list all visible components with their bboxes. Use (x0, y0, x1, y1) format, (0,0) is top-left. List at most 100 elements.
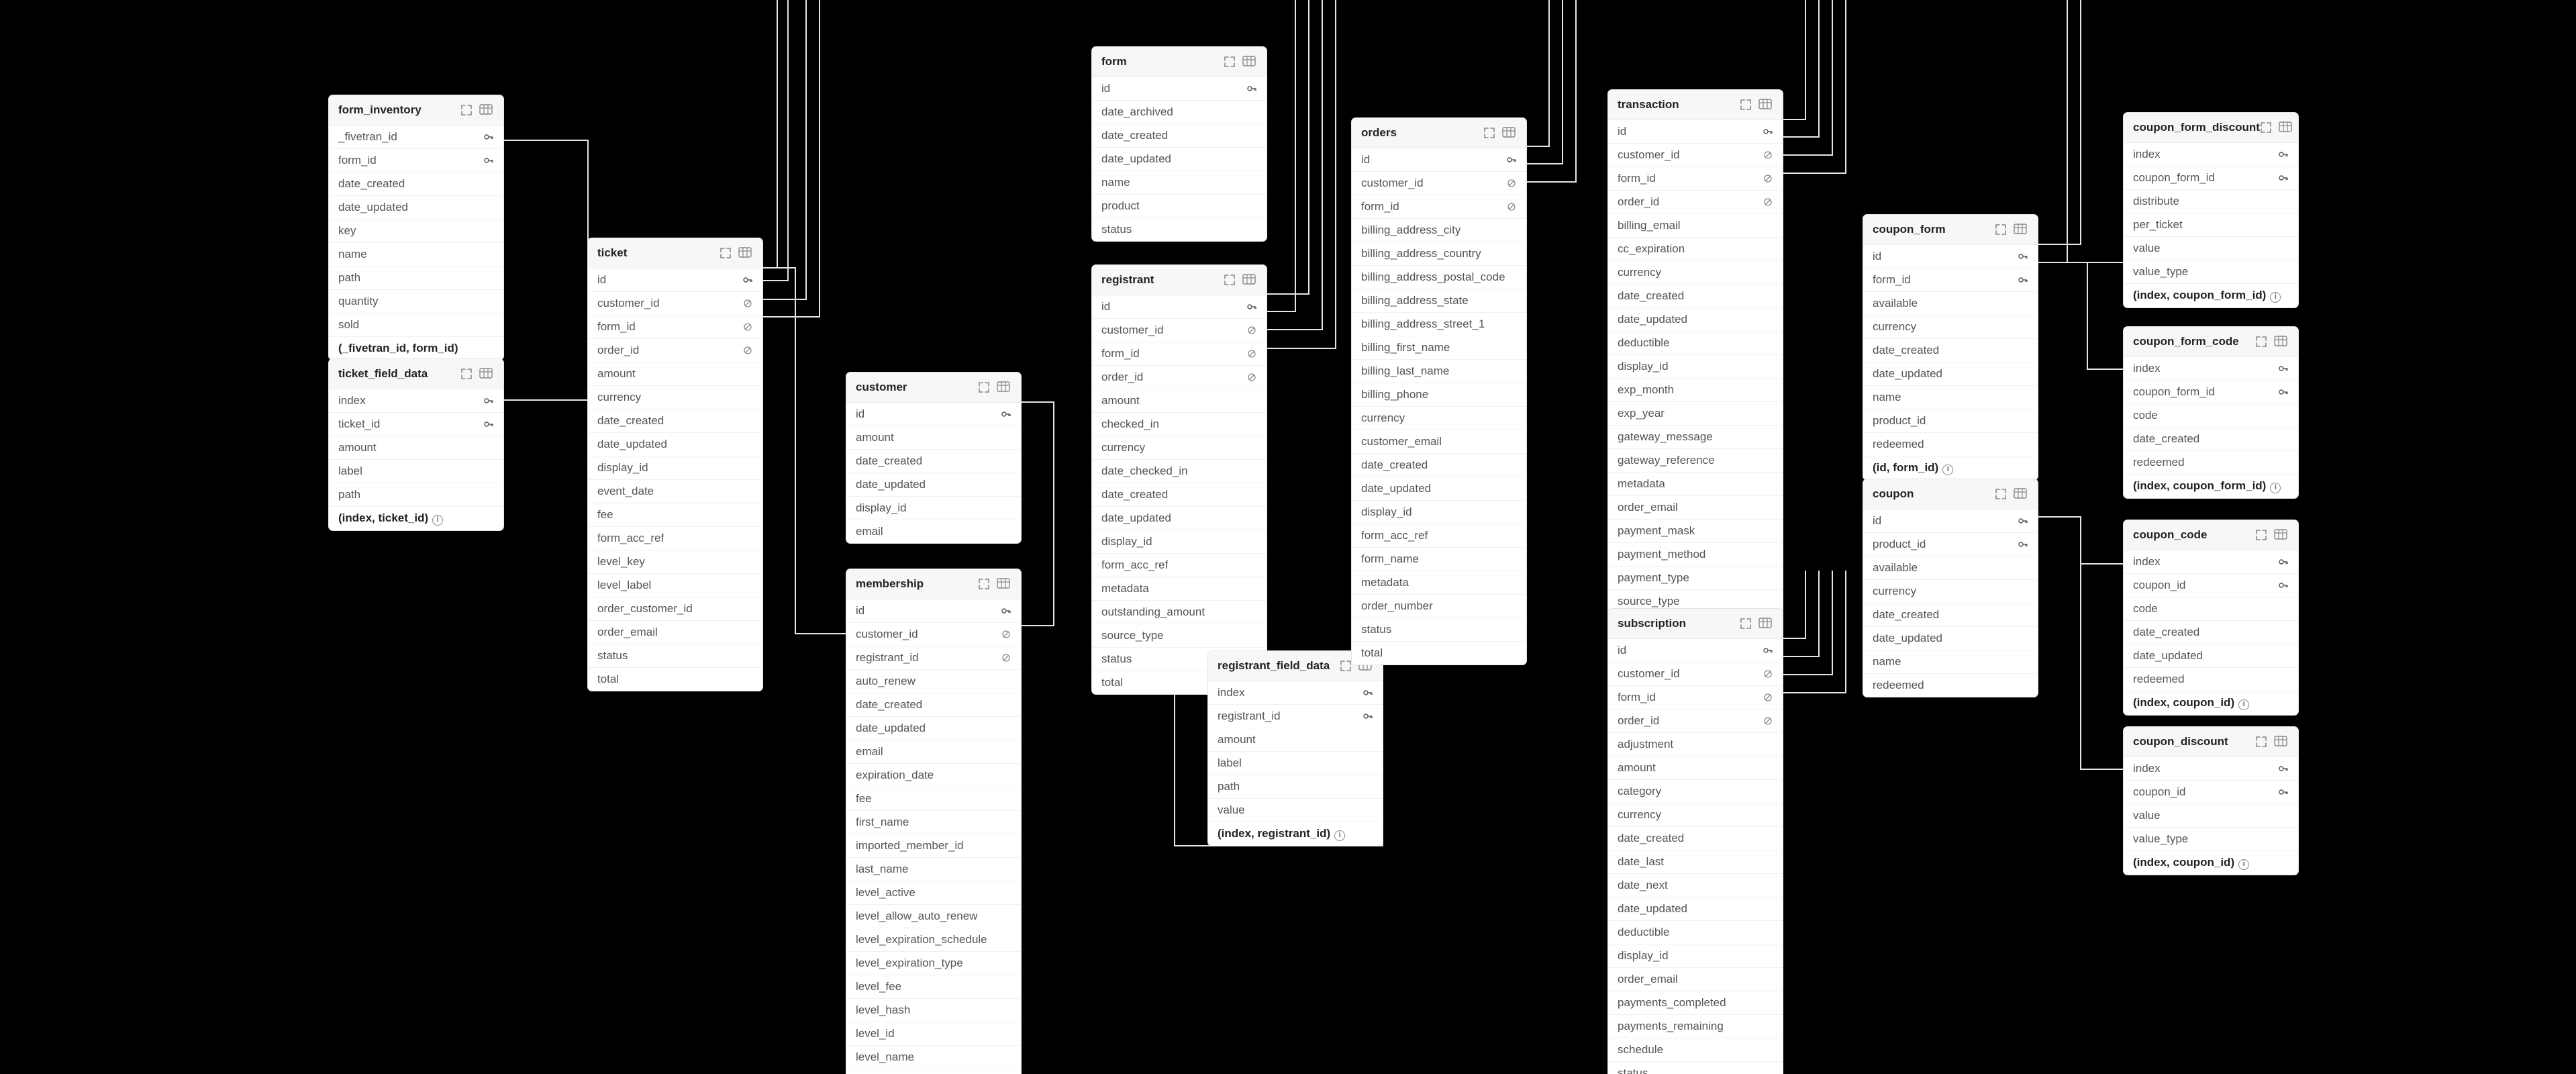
column-row[interactable]: index (1208, 681, 1383, 705)
column-row[interactable]: date_updated (1608, 308, 1783, 332)
table-icon[interactable] (2014, 224, 2028, 236)
column-row[interactable]: payment_mask (1608, 520, 1783, 543)
column-row[interactable]: date_updated (2124, 644, 2298, 668)
column-row[interactable]: order_id (1608, 191, 1783, 214)
expand-icon[interactable] (1995, 224, 2010, 236)
info-icon[interactable]: i (2270, 483, 2281, 493)
column-row[interactable]: id (1863, 509, 2038, 533)
table-header[interactable]: registrant (1092, 265, 1267, 295)
table-header[interactable]: ticket_field_data (329, 359, 503, 389)
info-icon[interactable]: i (2238, 859, 2249, 870)
info-icon[interactable]: i (1334, 830, 1345, 841)
column-row[interactable]: form_id (1608, 686, 1783, 710)
column-row[interactable]: date_created (1608, 285, 1783, 308)
column-row[interactable]: date_created (2124, 621, 2298, 644)
table-coupon_discount[interactable]: coupon_discountindexcoupon_idvaluevalue_… (2124, 727, 2298, 875)
column-row[interactable]: date_created (1092, 483, 1267, 507)
column-row[interactable]: date_created (1092, 124, 1267, 148)
column-row[interactable]: order_number (1352, 595, 1526, 618)
column-row[interactable]: date_created (1863, 339, 2038, 362)
column-row[interactable]: currency (1352, 407, 1526, 430)
table-header[interactable]: form (1092, 47, 1267, 77)
column-row[interactable]: form_id (1352, 195, 1526, 219)
column-row[interactable]: value_type (2124, 260, 2298, 284)
table-header[interactable]: coupon_form_code (2124, 327, 2298, 357)
column-row[interactable]: date_updated (1352, 477, 1526, 501)
column-row[interactable]: value_type (2124, 828, 2298, 851)
column-row[interactable]: value (1208, 799, 1383, 822)
column-row[interactable]: outstanding_amount (1092, 601, 1267, 624)
expand-icon[interactable] (460, 104, 475, 116)
table-header[interactable]: coupon_code (2124, 520, 2298, 550)
column-row[interactable]: date_created (1863, 603, 2038, 627)
column-row[interactable]: fee (846, 787, 1021, 811)
column-row[interactable]: form_acc_ref (1092, 554, 1267, 577)
column-row[interactable]: cc_expiration (1608, 238, 1783, 261)
column-row[interactable]: display_id (1352, 501, 1526, 524)
expand-icon[interactable] (1995, 488, 2010, 500)
column-row[interactable]: status (588, 644, 762, 668)
column-row[interactable]: date_created (1608, 827, 1783, 850)
column-row[interactable]: date_created (2124, 428, 2298, 451)
column-row[interactable]: status (1608, 1062, 1783, 1074)
table-header[interactable]: coupon_form (1863, 215, 2038, 245)
column-row[interactable]: customer_email (1352, 430, 1526, 454)
table-header[interactable]: subscription (1608, 609, 1783, 639)
table-subscription[interactable]: subscriptionidcustomer_idform_idorder_id… (1608, 609, 1783, 1074)
column-row[interactable]: deductible (1608, 921, 1783, 944)
table-icon[interactable] (1242, 274, 1257, 286)
column-row[interactable]: status (1352, 618, 1526, 642)
column-row[interactable]: name (1863, 650, 2038, 674)
column-row[interactable]: level_expiration_schedule (846, 928, 1021, 952)
column-row[interactable]: exp_month (1608, 379, 1783, 402)
table-header[interactable]: orders (1352, 118, 1526, 148)
table-form_inventory[interactable]: form_inventory_fivetran_idform_iddate_cr… (329, 95, 503, 360)
table-header[interactable]: customer (846, 373, 1021, 403)
table-coupon[interactable]: couponidproduct_idavailablecurrencydate_… (1863, 479, 2038, 697)
table-header[interactable]: form_inventory (329, 95, 503, 126)
column-row[interactable]: id (1863, 245, 2038, 268)
table-ticket[interactable]: ticketidcustomer_idform_idorder_idamount… (588, 238, 762, 691)
column-row[interactable]: order_email (1608, 496, 1783, 520)
table-icon[interactable] (1758, 99, 1773, 111)
column-row[interactable]: form_acc_ref (1352, 524, 1526, 548)
column-row[interactable]: billing_email (1608, 214, 1783, 238)
column-row[interactable]: date_updated (846, 717, 1021, 740)
column-row[interactable]: form_name (1352, 548, 1526, 571)
info-icon[interactable]: i (2270, 292, 2281, 303)
column-row[interactable]: display_id (588, 456, 762, 480)
expand-icon[interactable] (460, 368, 475, 380)
column-row[interactable]: date_updated (1863, 362, 2038, 386)
column-row[interactable]: date_created (588, 409, 762, 433)
column-row[interactable]: payment_type (1608, 567, 1783, 590)
column-row[interactable]: ticket_id (329, 413, 503, 436)
column-row[interactable]: path (1208, 775, 1383, 799)
column-row[interactable]: payment_method (1608, 543, 1783, 567)
column-row[interactable]: amount (1208, 728, 1383, 752)
info-icon[interactable]: i (432, 515, 443, 526)
column-row[interactable]: (index, coupon_id)i (2124, 691, 2298, 715)
column-row[interactable]: level_key (588, 550, 762, 574)
column-row[interactable]: quantity (329, 290, 503, 313)
table-header[interactable]: membership (846, 569, 1021, 599)
column-row[interactable]: redeemed (2124, 451, 2298, 475)
column-row[interactable]: form_id (1092, 342, 1267, 366)
table-customer[interactable]: customeridamountdate_createddate_updated… (846, 373, 1021, 543)
column-row[interactable]: event_date (588, 480, 762, 503)
expand-icon[interactable] (1740, 618, 1754, 630)
column-row[interactable]: display_id (846, 497, 1021, 520)
table-header[interactable]: transaction (1608, 90, 1783, 120)
column-row[interactable]: billing_address_postal_code (1352, 266, 1526, 289)
column-row[interactable]: (_fivetran_id, form_id) (329, 337, 503, 360)
expand-icon[interactable] (2260, 121, 2275, 134)
column-row[interactable]: id (1608, 639, 1783, 663)
column-row[interactable]: (index, registrant_id)i (1208, 822, 1383, 846)
table-header[interactable]: coupon_discount (2124, 727, 2298, 757)
column-row[interactable]: amount (329, 436, 503, 460)
column-row[interactable]: name (1863, 386, 2038, 409)
column-row[interactable]: date_updated (846, 473, 1021, 497)
expand-icon[interactable] (1224, 274, 1238, 286)
column-row[interactable]: label (1208, 752, 1383, 775)
column-row[interactable]: billing_address_street_1 (1352, 313, 1526, 336)
column-row[interactable]: currency (1608, 803, 1783, 827)
